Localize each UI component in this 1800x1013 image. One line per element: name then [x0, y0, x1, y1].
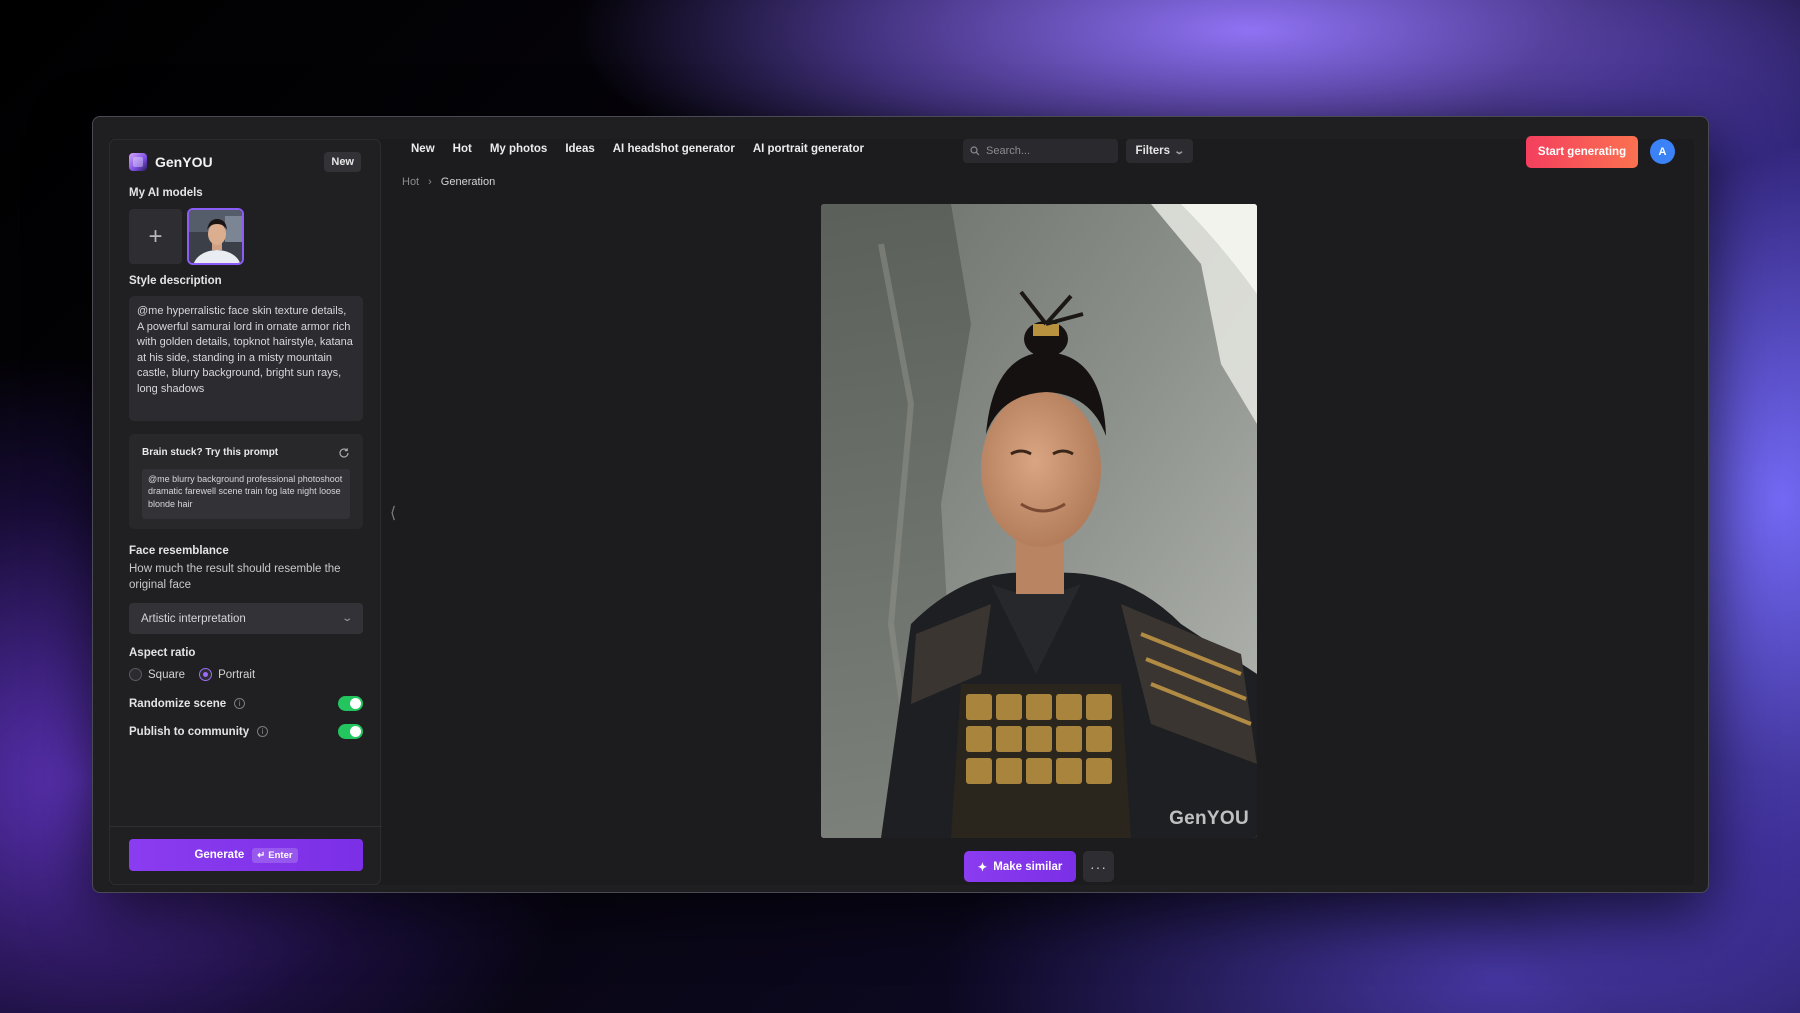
style-description-input[interactable]: @me hyperralistic face skin texture deta…	[129, 296, 363, 421]
style-title: Style description	[129, 275, 222, 287]
sidebar: GenYOU New My AI models + Style descript…	[109, 139, 382, 885]
prompt-suggestion-card: Brain stuck? Try this prompt @me blurry …	[129, 434, 363, 529]
aspect-option-portrait[interactable]: Portrait	[199, 668, 255, 681]
publish-community-label: Publish to community	[129, 725, 250, 738]
prompt-suggestion-text[interactable]: @me blurry background professional photo…	[142, 469, 350, 519]
enter-key-label: Enter	[268, 849, 293, 861]
new-badge[interactable]: New	[324, 152, 361, 172]
breadcrumb: Hot › Generation	[402, 176, 495, 188]
watermark: GenYOU	[1169, 808, 1249, 829]
app-frame: GenYOU New My AI models + Style descript…	[109, 136, 1694, 885]
search-input[interactable]: Search...	[986, 145, 1030, 157]
top-nav: New Hot My photos Ideas AI headshot gene…	[411, 143, 864, 155]
face-resemblance-select[interactable]: Artistic interpretation ⌄	[129, 603, 363, 634]
radio-square[interactable]	[129, 668, 142, 681]
more-options-button[interactable]: ···	[1083, 851, 1114, 882]
app-window: GenYOU New My AI models + Style descript…	[92, 116, 1709, 893]
randomize-scene-row: Randomize scene i	[129, 696, 363, 711]
nav-new[interactable]: New	[411, 143, 435, 155]
make-similar-label: Make similar	[993, 860, 1063, 873]
generated-image[interactable]: GenYOU	[821, 204, 1257, 838]
face-resemblance-description: How much the result should resemble the …	[129, 563, 341, 591]
prompt-card-title: Brain stuck? Try this prompt	[142, 447, 279, 458]
breadcrumb-current: Generation	[440, 176, 496, 188]
radio-portrait[interactable]	[199, 668, 213, 681]
breadcrumb-separator-icon: ›	[428, 176, 432, 188]
sidebar-divider	[110, 826, 382, 827]
nav-headshot-generator[interactable]: AI headshot generator	[613, 143, 735, 155]
info-icon[interactable]: i	[257, 726, 269, 737]
enter-key-icon: ↵	[257, 849, 266, 861]
nav-hot[interactable]: Hot	[453, 143, 472, 155]
publish-community-row: Publish to community i	[129, 724, 363, 739]
chevron-down-icon: ⌄	[340, 613, 353, 624]
plus-icon: +	[148, 222, 163, 250]
sparkle-icon: ✦	[977, 861, 988, 874]
filters-button[interactable]: Filters ⌄	[1126, 139, 1193, 163]
aspect-ratio-options: Square Portrait	[129, 668, 255, 681]
select-value: Artistic interpretation	[141, 612, 246, 625]
enter-key-hint: ↵ Enter	[252, 847, 298, 863]
randomize-scene-toggle[interactable]	[338, 696, 363, 711]
aspect-ratio-title: Aspect ratio	[129, 647, 196, 659]
filters-label: Filters	[1135, 145, 1171, 157]
start-generating-button[interactable]: Start generating	[1526, 136, 1638, 168]
generate-label: Generate	[194, 849, 245, 861]
search-icon	[970, 146, 980, 156]
models-title: My AI models	[129, 187, 203, 199]
face-resemblance-title: Face resemblance	[129, 545, 229, 557]
add-model-button[interactable]: +	[129, 209, 182, 264]
samurai-portrait-image	[821, 204, 1257, 838]
refresh-icon[interactable]	[336, 445, 352, 461]
info-icon[interactable]: i	[234, 698, 246, 709]
search-box[interactable]: Search...	[963, 139, 1118, 163]
generate-button[interactable]: Generate ↵ Enter	[129, 839, 363, 871]
user-avatar[interactable]: A	[1650, 139, 1675, 164]
model-thumbnail[interactable]	[187, 208, 244, 265]
nav-ideas[interactable]: Ideas	[565, 143, 594, 155]
chevron-down-icon: ⌄	[1173, 145, 1186, 157]
brand-name: GenYOU	[155, 154, 213, 170]
brand-logo-icon	[129, 153, 147, 171]
brand[interactable]: GenYOU	[129, 153, 213, 171]
aspect-option-square[interactable]: Square	[129, 668, 185, 681]
breadcrumb-parent[interactable]: Hot	[402, 176, 419, 188]
aspect-option-label: Square	[148, 668, 186, 681]
make-similar-button[interactable]: ✦ Make similar	[964, 851, 1076, 882]
nav-portrait-generator[interactable]: AI portrait generator	[753, 143, 864, 155]
randomize-scene-label: Randomize scene	[129, 697, 227, 710]
publish-community-toggle[interactable]	[338, 724, 363, 739]
model-avatar-image	[189, 210, 242, 263]
nav-my-photos[interactable]: My photos	[490, 143, 548, 155]
aspect-option-label: Portrait	[218, 668, 256, 681]
collapse-sidebar-handle[interactable]: ⟨	[390, 503, 396, 523]
models-list: +	[129, 208, 244, 265]
